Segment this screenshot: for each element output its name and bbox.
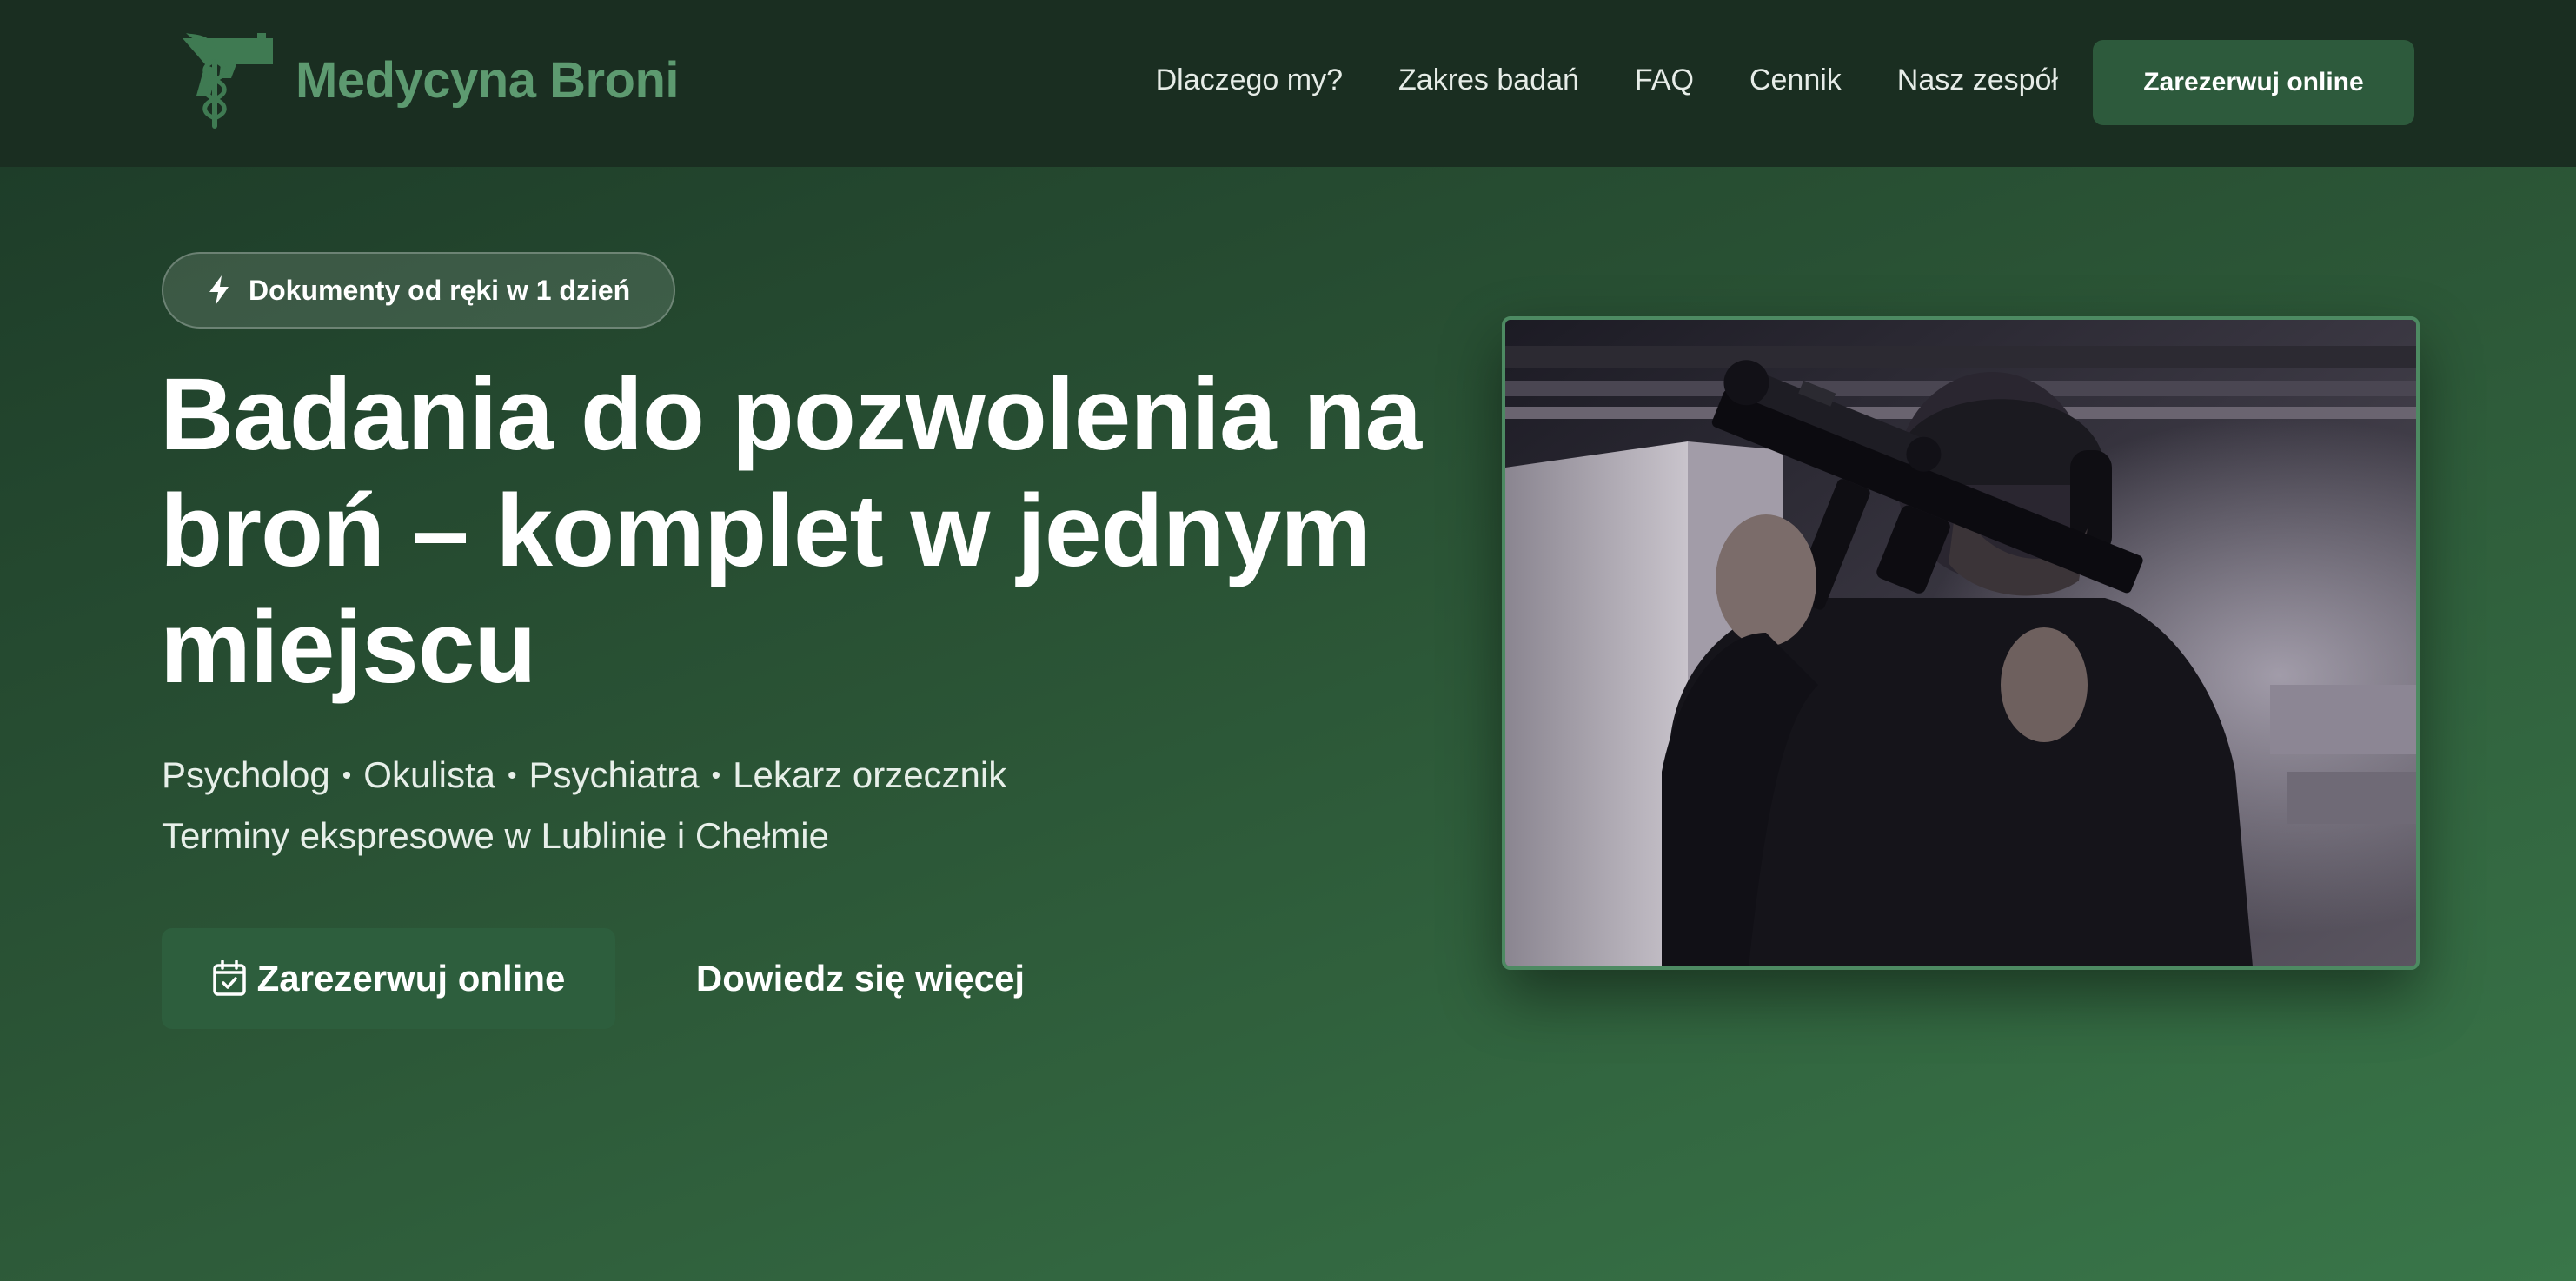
learn-more-button[interactable]: Dowiedz się więcej xyxy=(661,928,1060,1029)
brand-name: Medycyna Broni xyxy=(295,51,680,109)
brand-logo-link[interactable]: Medycyna Broni xyxy=(170,26,680,134)
specialist-psychologist: Psycholog xyxy=(162,754,330,795)
specialists-list: Psycholog • Okulista • Psychiatra • Lekarz orz… xyxy=(162,754,1006,796)
express-documents-badge: Dokumenty od ręki w 1 dzień xyxy=(162,252,676,329)
nav-link-team[interactable]: Nasz zespół xyxy=(1897,63,2058,97)
specialist-ophthalmologist: Okulista xyxy=(363,754,496,795)
separator-dot: • xyxy=(342,761,352,790)
specialist-psychiatrist: Psychiatra xyxy=(528,754,700,795)
separator-dot: • xyxy=(508,761,517,790)
shooter-photo-illustration xyxy=(1505,320,2416,966)
calendar-check-icon xyxy=(212,960,246,996)
nav-link-pricing[interactable]: Cennik xyxy=(1749,63,1842,97)
badge-text: Dokumenty od ręki w 1 dzień xyxy=(249,274,631,306)
caduceus-pistol-icon xyxy=(183,33,273,129)
nav-link-why-us[interactable]: Dlaczego my? xyxy=(1156,63,1343,97)
lightning-bolt-icon xyxy=(209,275,229,305)
site-header: Medycyna Broni Dlaczego my? Zakres badań… xyxy=(0,0,2576,167)
nav-link-scope[interactable]: Zakres badań xyxy=(1398,63,1579,97)
nav-link-faq[interactable]: FAQ xyxy=(1635,63,1694,97)
hero-subtitle: Terminy ekspresowe w Lublinie i Chełmie xyxy=(162,815,829,856)
hero-book-online-button[interactable]: Zarezerwuj online xyxy=(162,928,615,1029)
header-book-online-button[interactable]: Zarezerwuj online xyxy=(2093,40,2414,125)
hero-section: Dokumenty od ręki w 1 dzień Badania do p… xyxy=(0,167,2576,1281)
specialist-certifying-doctor: Lekarz orzecznik xyxy=(733,754,1007,795)
shooter-with-rifle-photo xyxy=(1502,316,2420,970)
main-nav: Dlaczego my? Zakres badań FAQ Cennik Nas… xyxy=(1156,0,2058,160)
hero-book-online-label: Zarezerwuj online xyxy=(256,958,566,999)
separator-dot: • xyxy=(711,761,721,790)
learn-more-label: Dowiedz się więcej xyxy=(695,958,1026,999)
hero-title: Badania do pozwolenia na broń – komplet … xyxy=(160,357,1422,705)
